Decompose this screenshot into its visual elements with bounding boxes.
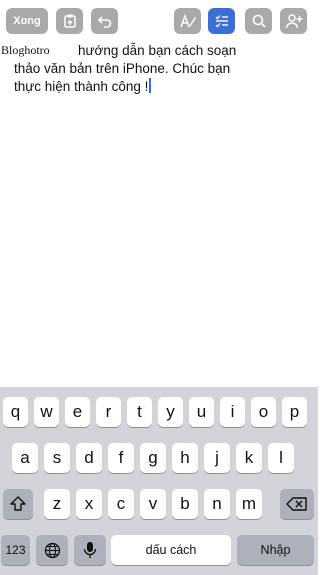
key-u[interactable]: u [189,397,214,427]
paste-icon [63,14,76,28]
globe-icon [44,542,60,558]
key-v[interactable]: v [140,489,166,519]
key-l[interactable]: l [268,443,294,473]
done-label: Xong [13,15,41,27]
key-z[interactable]: z [44,489,70,519]
key-w[interactable]: w [34,397,59,427]
key-r[interactable]: r [96,397,121,427]
key-n[interactable]: n [204,489,230,519]
key-m[interactable]: m [236,489,262,519]
checklist-icon [215,15,228,28]
key-j[interactable]: j [204,443,230,473]
undo-button[interactable] [91,8,118,34]
notes-toolbar: Xong [0,0,318,42]
numbers-key[interactable]: 123 [1,535,30,565]
key-t[interactable]: t [127,397,152,427]
note-line-3-wrap: thực hiện thành công ! [14,78,308,96]
key-q[interactable]: q [3,397,28,427]
paste-button[interactable] [56,8,83,34]
key-p[interactable]: p [282,397,307,427]
return-key[interactable]: Nhập [237,535,314,565]
key-b[interactable]: b [172,489,198,519]
key-c[interactable]: c [108,489,134,519]
note-line-2: thảo văn bản trên iPhone. Chúc bạn [14,61,231,76]
shift-icon [10,496,26,511]
key-k[interactable]: k [236,443,262,473]
key-g[interactable]: g [140,443,166,473]
backspace-icon [286,497,307,511]
search-icon [252,14,266,28]
watermark: Bloghotro [1,43,53,58]
key-a[interactable]: a [12,443,38,473]
note-line-3: thực hiện thành công ! [14,79,149,94]
key-y[interactable]: y [158,397,183,427]
add-person-icon [285,14,302,29]
key-i[interactable]: i [220,397,245,427]
key-d[interactable]: d [76,443,102,473]
key-e[interactable]: e [65,397,90,427]
key-x[interactable]: x [76,489,102,519]
text-format-icon [179,13,196,28]
space-key[interactable]: dấu cách [111,535,231,565]
keyboard: q w e r t y u i o p a s d f g h j k l z … [0,387,318,575]
note-line-1: hướng dẫn bạn cách soạn [78,43,237,58]
shift-key[interactable] [3,489,33,519]
key-o[interactable]: o [251,397,276,427]
done-button[interactable]: Xong [6,8,48,34]
text-caret [149,78,152,93]
microphone-icon [83,542,97,558]
add-person-button[interactable] [280,8,307,34]
key-h[interactable]: h [172,443,198,473]
microphone-key[interactable] [74,535,106,565]
checklist-button[interactable] [208,8,235,34]
key-f[interactable]: f [108,443,134,473]
undo-icon [97,16,111,28]
text-format-button[interactable] [174,8,201,34]
backspace-key[interactable] [280,489,314,519]
key-s[interactable]: s [44,443,70,473]
search-button[interactable] [245,8,272,34]
note-body[interactable]: hướng dẫn bạn cách soạn thảo văn bản trê… [8,42,308,96]
globe-key[interactable] [36,535,68,565]
